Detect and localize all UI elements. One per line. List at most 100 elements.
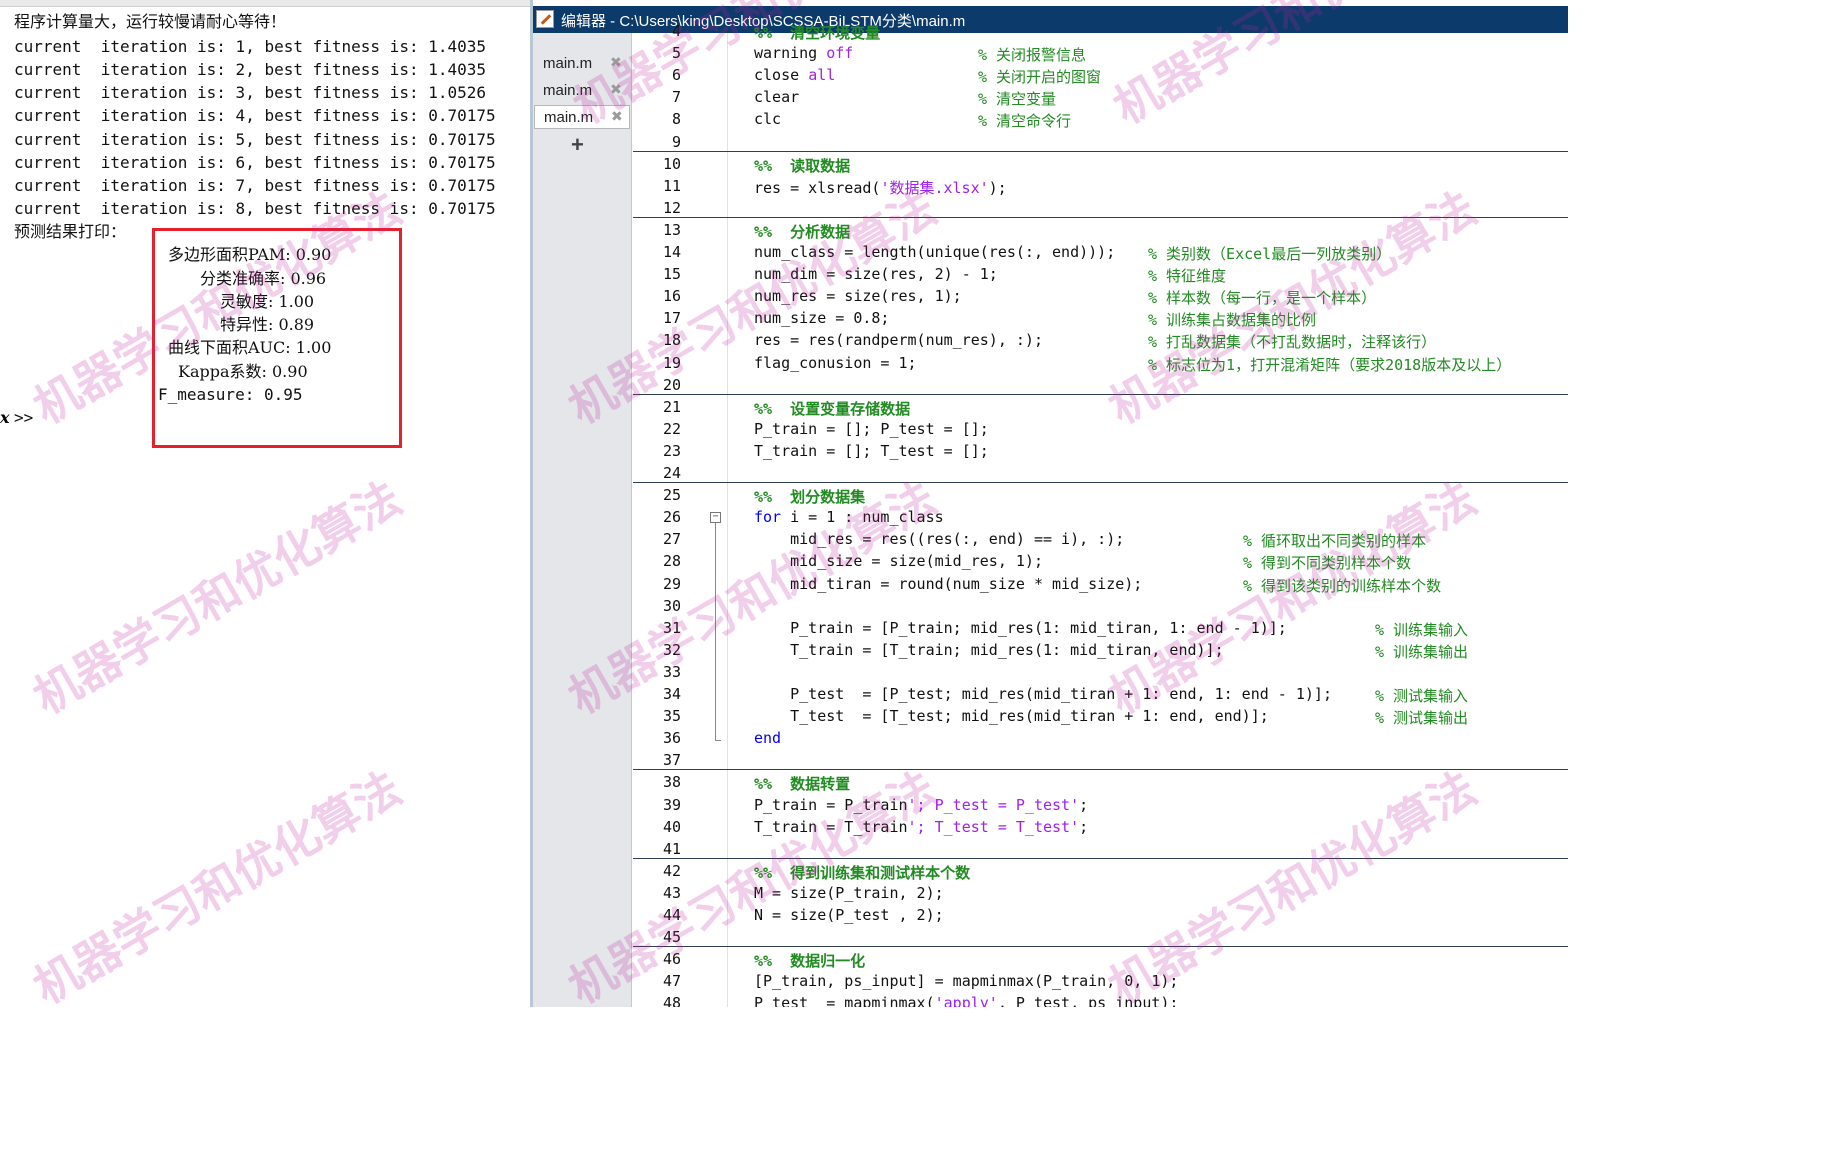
code-comment: % 循环取出不同类别的样本 — [1243, 532, 1427, 551]
code-line[interactable]: close all — [754, 66, 835, 84]
line-number: 41 — [662, 839, 681, 858]
output-line: 预测结果打印： — [14, 222, 127, 241]
line-number: 48 — [662, 994, 681, 1007]
code-line[interactable]: clear — [754, 88, 799, 106]
code-line[interactable]: P_test = [P_test; mid_res(mid_tiran + 1:… — [754, 685, 1332, 703]
line-number: 6 — [671, 66, 681, 85]
code-line[interactable]: num_size = 0.8; — [754, 309, 889, 327]
code-line[interactable]: for i = 1 : num_class — [754, 508, 944, 526]
line-number: 16 — [662, 287, 681, 306]
matlab-desktop: 程序计算量大，运行较慢请耐心等待！ current iteration is: … — [0, 0, 1568, 1007]
fold-guide-end — [715, 740, 721, 741]
editor-pencil-icon — [536, 10, 554, 28]
close-icon[interactable]: ✖ — [611, 108, 623, 125]
code-line[interactable]: N = size(P_test , 2); — [754, 906, 944, 924]
line-number: 36 — [662, 729, 681, 748]
output-line: current iteration is: 1, best fitness is… — [14, 37, 487, 56]
line-number: 17 — [662, 309, 681, 328]
line-number: 10 — [662, 154, 681, 173]
code-line[interactable]: mid_size = size(mid_res, 1); — [754, 552, 1043, 570]
code-line[interactable]: res = res(randperm(num_res), :); — [754, 331, 1043, 349]
code-section-header[interactable]: %% 清空环境变量 — [754, 22, 880, 43]
code-line[interactable]: warning off — [754, 44, 853, 62]
code-line[interactable]: T_train = []; T_test = []; — [754, 442, 989, 460]
line-number: 33 — [662, 662, 681, 681]
file-tab-active[interactable]: main.m ✖ — [534, 105, 630, 129]
output-line: current iteration is: 8, best fitness is… — [14, 199, 496, 218]
fx-icon[interactable]: x — [0, 408, 10, 427]
file-tab[interactable]: main.m ✖ — [534, 79, 630, 103]
code-comment: % 训练集输出 — [1375, 642, 1469, 661]
file-tab[interactable]: main.m ✖ — [534, 52, 630, 76]
code-line[interactable]: P_train = P_train'; P_test = P_test'; — [754, 796, 1088, 814]
code-section-header[interactable]: %% 得到训练集和测试样本个数 — [754, 862, 970, 883]
code-line[interactable]: flag_conusion = 1; — [754, 354, 917, 372]
line-number: 38 — [662, 773, 681, 792]
line-number: 29 — [662, 574, 681, 593]
code-comment: % 样本数（每一行，是一个样本） — [1148, 289, 1377, 308]
code-section-header[interactable]: %% 数据归一化 — [754, 950, 865, 971]
code-comment: % 特征维度 — [1148, 267, 1227, 286]
line-number: 20 — [662, 375, 681, 394]
code-line[interactable]: mid_res = res((res(:, end) == i), :); — [754, 530, 1124, 548]
code-section-header[interactable]: %% 划分数据集 — [754, 486, 865, 507]
code-line[interactable]: num_class = length(unique(res(:, end))); — [754, 243, 1115, 261]
code-line[interactable]: mid_tiran = round(num_size * mid_size); — [754, 575, 1142, 593]
code-line[interactable]: num_dim = size(res, 2) - 1; — [754, 265, 998, 283]
code-comment: % 类别数（Excel最后一列放类别） — [1148, 245, 1392, 263]
line-number: 22 — [662, 419, 681, 438]
cell-divider — [633, 946, 1568, 948]
line-number: 47 — [662, 972, 681, 991]
line-number: 32 — [662, 640, 681, 659]
code-comment: % 得到该类别的训练样本个数 — [1243, 576, 1442, 595]
line-number: 7 — [671, 88, 681, 107]
file-tabs: main.m ✖ main.m ✖ main.m ✖ + — [533, 33, 632, 1007]
code-comment: % 得到不同类别样本个数 — [1243, 554, 1412, 573]
line-number: 21 — [662, 397, 681, 416]
code-line[interactable]: P_train = []; P_test = []; — [754, 420, 989, 438]
line-number: 26 — [662, 508, 681, 527]
code-line[interactable]: T_test = [T_test; mid_res(mid_tiran + 1:… — [754, 707, 1269, 725]
code-line[interactable]: num_res = size(res, 1); — [754, 287, 962, 305]
line-number: 18 — [662, 331, 681, 350]
output-line: current iteration is: 3, best fitness is… — [14, 83, 487, 102]
command-window[interactable]: 程序计算量大，运行较慢请耐心等待！ current iteration is: … — [0, 0, 530, 1007]
line-number: 24 — [662, 464, 681, 482]
code-line[interactable]: clc — [754, 110, 781, 128]
line-number: 44 — [662, 906, 681, 924]
line-number: 37 — [662, 751, 681, 770]
code-section-header[interactable]: %% 分析数据 — [754, 221, 850, 242]
line-number: 11 — [662, 176, 681, 195]
add-tab-button[interactable]: + — [571, 132, 584, 158]
line-number: 43 — [662, 883, 681, 902]
code-section-header[interactable]: %% 数据转置 — [754, 773, 850, 794]
code-section-header[interactable]: %% 读取数据 — [754, 155, 850, 176]
close-icon[interactable]: ✖ — [610, 81, 622, 98]
output-line: current iteration is: 4, best fitness is… — [14, 106, 496, 125]
code-line[interactable]: P_test = mapminmax('apply', P_test, ps_i… — [754, 994, 1178, 1007]
code-line[interactable]: T_train = [T_train; mid_res(1: mid_tiran… — [754, 641, 1224, 659]
code-line[interactable]: M = size(P_train, 2); — [754, 884, 944, 902]
line-number: 12 — [662, 198, 681, 217]
code-line[interactable]: P_train = [P_train; mid_res(1: mid_tiran… — [754, 619, 1287, 637]
fold-toggle-icon[interactable]: − — [710, 512, 721, 523]
fold-guide — [715, 523, 716, 740]
code-line[interactable]: end — [754, 729, 781, 747]
code-section-header[interactable]: %% 设置变量存储数据 — [754, 398, 910, 419]
line-number: 13 — [662, 220, 681, 239]
line-number: 46 — [662, 950, 681, 969]
code-line[interactable]: [P_train, ps_input] = mapminmax(P_train,… — [754, 972, 1178, 990]
line-number: 39 — [662, 795, 681, 814]
line-number: 8 — [671, 110, 681, 129]
line-number: 34 — [662, 685, 681, 703]
code-comment: % 清空变量 — [978, 90, 1057, 109]
code-comment: % 清空命令行 — [978, 112, 1072, 131]
line-number: 28 — [662, 552, 681, 571]
code-line[interactable]: res = xlsread('数据集.xlsx'); — [754, 177, 1007, 198]
line-number: 31 — [662, 618, 681, 637]
close-icon[interactable]: ✖ — [610, 54, 622, 71]
code-line[interactable]: T_train = T_train'; T_test = T_test'; — [754, 818, 1088, 836]
cell-divider — [633, 857, 1568, 859]
command-prompt[interactable]: >> — [14, 408, 33, 427]
output-line: current iteration is: 2, best fitness is… — [14, 60, 487, 79]
